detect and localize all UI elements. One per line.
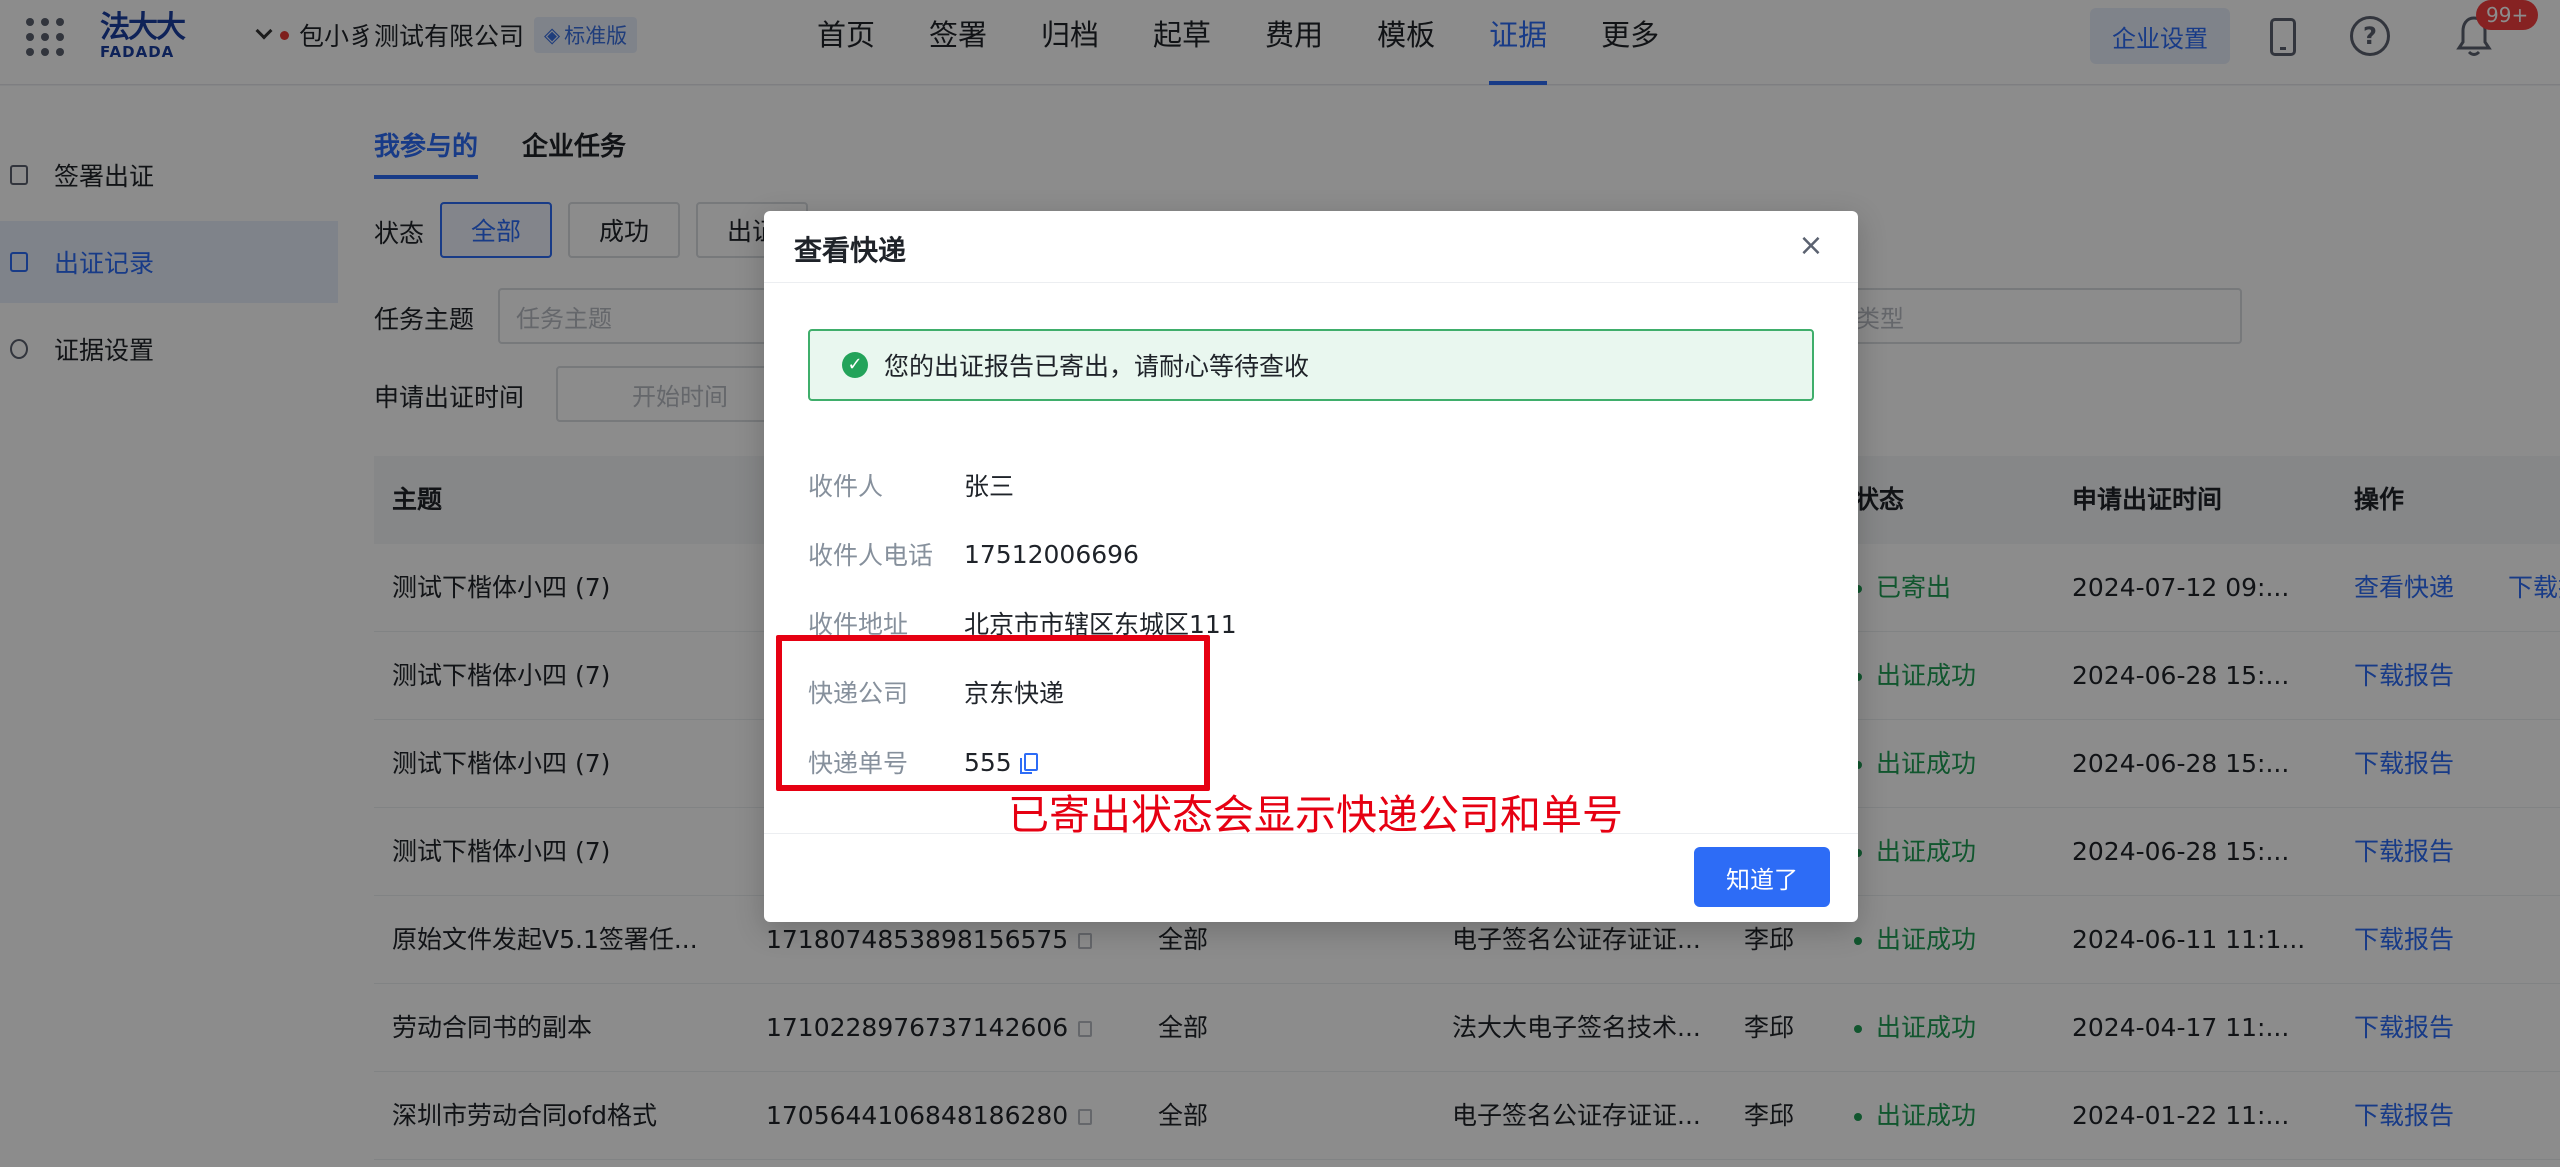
recipient-label: 收件人 xyxy=(808,472,884,501)
annotation-text: 已寄出状态会显示快递公司和单号 xyxy=(1008,791,1623,839)
recipient-row: 收件人 张三 xyxy=(808,465,1014,505)
recipient-phone-row: 收件人电话 17512006696 xyxy=(808,534,1139,574)
check-circle-icon: ✓ xyxy=(842,352,868,378)
alert-message: 您的出证报告已寄出，请耐心等待查收 xyxy=(884,352,1310,381)
recipient-value: 张三 xyxy=(964,472,1015,501)
got-it-button[interactable]: 知道了 xyxy=(1694,847,1830,907)
dialog-header: 查看快递 × xyxy=(764,211,1858,283)
recipient-phone-label: 收件人电话 xyxy=(808,541,934,570)
annotation-highlight-box xyxy=(776,635,1210,791)
close-icon[interactable]: × xyxy=(1796,231,1826,261)
express-dialog: 查看快递 × ✓ 您的出证报告已寄出，请耐心等待查收 收件人 张三 收件人电话 … xyxy=(764,211,1858,922)
recipient-phone-value: 17512006696 xyxy=(964,539,1139,569)
dialog-title: 查看快递 xyxy=(794,234,907,267)
dialog-footer-divider xyxy=(764,833,1858,834)
success-alert: ✓ 您的出证报告已寄出，请耐心等待查收 xyxy=(808,329,1814,401)
